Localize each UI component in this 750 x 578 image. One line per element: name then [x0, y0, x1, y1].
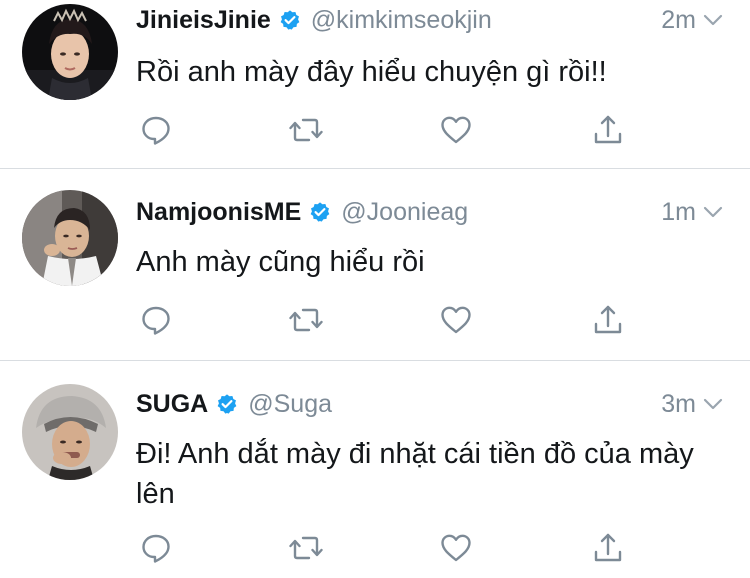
tweet-header: NamjoonisME @Joonieag 1m: [136, 192, 724, 232]
share-icon[interactable]: [590, 530, 626, 566]
retweet-icon[interactable]: [288, 530, 324, 566]
like-icon[interactable]: [438, 530, 474, 566]
reply-icon[interactable]: [138, 112, 174, 148]
like-icon[interactable]: [438, 112, 474, 148]
tweet[interactable]: SUGA @Suga 3m Đi! Anh dắt mày đi nhặt cá…: [0, 360, 750, 578]
tweet-text: Rồi anh mày đây hiểu chuyện gì rồi!!: [136, 56, 607, 88]
retweet-icon[interactable]: [288, 302, 324, 338]
tweet[interactable]: JinieisJinie @kimkimseokjin 2m Rồi anh m…: [0, 0, 750, 168]
avatar[interactable]: [22, 190, 118, 286]
display-name[interactable]: NamjoonisME: [136, 198, 301, 227]
avatar[interactable]: [22, 384, 118, 480]
chevron-down-icon[interactable]: [702, 201, 724, 223]
avatar[interactable]: [22, 4, 118, 100]
tweet-timestamp[interactable]: 2m: [661, 6, 696, 35]
like-icon[interactable]: [438, 302, 474, 338]
tweet-text: Anh mày cũng hiểu rồi: [136, 246, 425, 278]
share-icon[interactable]: [590, 112, 626, 148]
tweet-actions: [138, 530, 628, 570]
tweet-actions: [138, 302, 628, 342]
tweet-text: Đi! Anh dắt mày đi nhặt cái tiền đồ của …: [136, 438, 694, 510]
display-name[interactable]: JinieisJinie: [136, 6, 271, 35]
verified-badge-icon: [309, 201, 331, 223]
verified-badge-icon: [279, 9, 301, 31]
retweet-icon[interactable]: [288, 112, 324, 148]
reply-icon[interactable]: [138, 302, 174, 338]
tweet[interactable]: NamjoonisME @Joonieag 1m Anh mày cũng hi…: [0, 168, 750, 360]
chevron-down-icon[interactable]: [702, 9, 724, 31]
chevron-down-icon[interactable]: [702, 393, 724, 415]
tweet-timeline: JinieisJinie @kimkimseokjin 2m Rồi anh m…: [0, 0, 750, 578]
user-handle[interactable]: @Suga: [248, 390, 332, 419]
reply-icon[interactable]: [138, 530, 174, 566]
user-handle[interactable]: @Joonieag: [341, 198, 468, 227]
share-icon[interactable]: [590, 302, 626, 338]
tweet-header: SUGA @Suga 3m: [136, 384, 724, 424]
display-name[interactable]: SUGA: [136, 390, 208, 419]
tweet-actions: [138, 112, 628, 152]
tweet-header: JinieisJinie @kimkimseokjin 2m: [136, 0, 724, 40]
verified-badge-icon: [216, 393, 238, 415]
user-handle[interactable]: @kimkimseokjin: [311, 6, 492, 35]
tweet-timestamp[interactable]: 3m: [661, 390, 696, 419]
tweet-timestamp[interactable]: 1m: [661, 198, 696, 227]
